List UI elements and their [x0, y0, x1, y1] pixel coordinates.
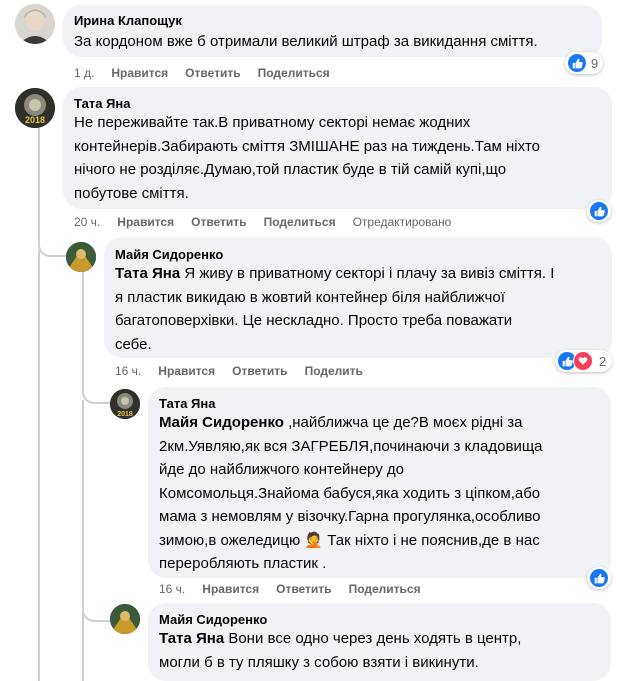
reaction-count: 2 — [599, 353, 607, 369]
thread-connector — [82, 370, 110, 404]
thread-line — [82, 272, 84, 372]
mention-link[interactable]: Тата Яна — [159, 630, 224, 647]
share-button[interactable]: Поделиться — [349, 582, 421, 596]
reply-button[interactable]: Ответить — [185, 66, 240, 80]
comment-author[interactable]: Майя Сидоренко — [115, 247, 223, 262]
comment-actions: 1 д. Нравится Ответить Поделиться — [74, 66, 347, 80]
comment-author[interactable]: Ирина Клапощук — [74, 13, 182, 28]
reaction-summary[interactable]: 2 — [555, 350, 613, 372]
comment-time[interactable]: 1 д. — [74, 66, 94, 80]
like-reaction-icon — [590, 569, 608, 587]
reaction-summary[interactable] — [587, 200, 611, 222]
mention-link[interactable]: Майя Сидоренко — [159, 414, 284, 431]
like-reaction-icon — [568, 54, 586, 72]
avatar-year-label: 2018 — [24, 115, 46, 125]
avatar[interactable] — [110, 604, 140, 634]
thread-line — [38, 124, 40, 229]
comment-time[interactable]: 16 ч. — [115, 364, 141, 378]
reaction-count: 9 — [591, 55, 599, 71]
comment-actions: 16 ч. Нравится Ответить Поделиться — [159, 582, 438, 596]
reply-button[interactable]: Ответить — [191, 215, 246, 229]
thread-connector — [82, 580, 110, 622]
avatar[interactable]: 2018 — [110, 389, 140, 419]
mention-link[interactable]: Тата Яна — [115, 265, 180, 282]
comment-body: Я живу в приватному секторі і плачу за в… — [115, 265, 555, 353]
thread-line — [82, 400, 84, 681]
avatar[interactable]: 2018 — [15, 88, 55, 128]
avatar[interactable] — [66, 242, 96, 272]
reaction-summary[interactable] — [587, 567, 611, 589]
share-button[interactable]: Поделить — [305, 364, 363, 378]
avatar-year-label: 2018 — [117, 411, 133, 418]
love-reaction-icon — [573, 351, 593, 371]
comment-author[interactable]: Тата Яна — [159, 396, 215, 411]
reply-button[interactable]: Ответить — [276, 582, 331, 596]
share-button[interactable]: Поделиться — [264, 215, 336, 229]
comment-body: ,найближча це де?В моєх рідні за 2км.Уяв… — [159, 414, 543, 572]
thread-connector — [38, 225, 66, 257]
comment-actions: 16 ч. Нравится Ответить Поделить — [115, 364, 380, 378]
reply-button[interactable]: Ответить — [232, 364, 287, 378]
edited-label[interactable]: Отредактировано — [353, 215, 452, 229]
comment-text: За кордоном вже б отримали великий штраф… — [74, 33, 538, 50]
comment-time[interactable]: 20 ч. — [74, 215, 100, 229]
comment-text: Майя Сидоренко ,найближча це де?В моєх р… — [159, 411, 543, 576]
like-button[interactable]: Нравится — [158, 364, 215, 378]
comment-text: Тата Яна Вони все одно через день ходять… — [159, 627, 521, 674]
comment-author[interactable]: Тата Яна — [74, 96, 130, 111]
thread-line — [38, 250, 40, 681]
comment-actions: 20 ч. Нравится Ответить Поделиться Отред… — [74, 215, 468, 229]
like-button[interactable]: Нравится — [111, 66, 168, 80]
comment-text: Тата Яна Я живу в приватному секторі і п… — [115, 262, 554, 356]
reaction-summary[interactable]: 9 — [565, 52, 604, 74]
comment-author[interactable]: Майя Сидоренко — [159, 612, 267, 627]
like-reaction-icon — [590, 202, 608, 220]
like-button[interactable]: Нравится — [202, 582, 259, 596]
comment-time[interactable]: 16 ч. — [159, 582, 185, 596]
like-button[interactable]: Нравится — [117, 215, 174, 229]
comment-text: Не переживайте так.В приватному секторі … — [74, 114, 541, 202]
share-button[interactable]: Поделиться — [258, 66, 330, 80]
avatar[interactable] — [15, 4, 55, 44]
